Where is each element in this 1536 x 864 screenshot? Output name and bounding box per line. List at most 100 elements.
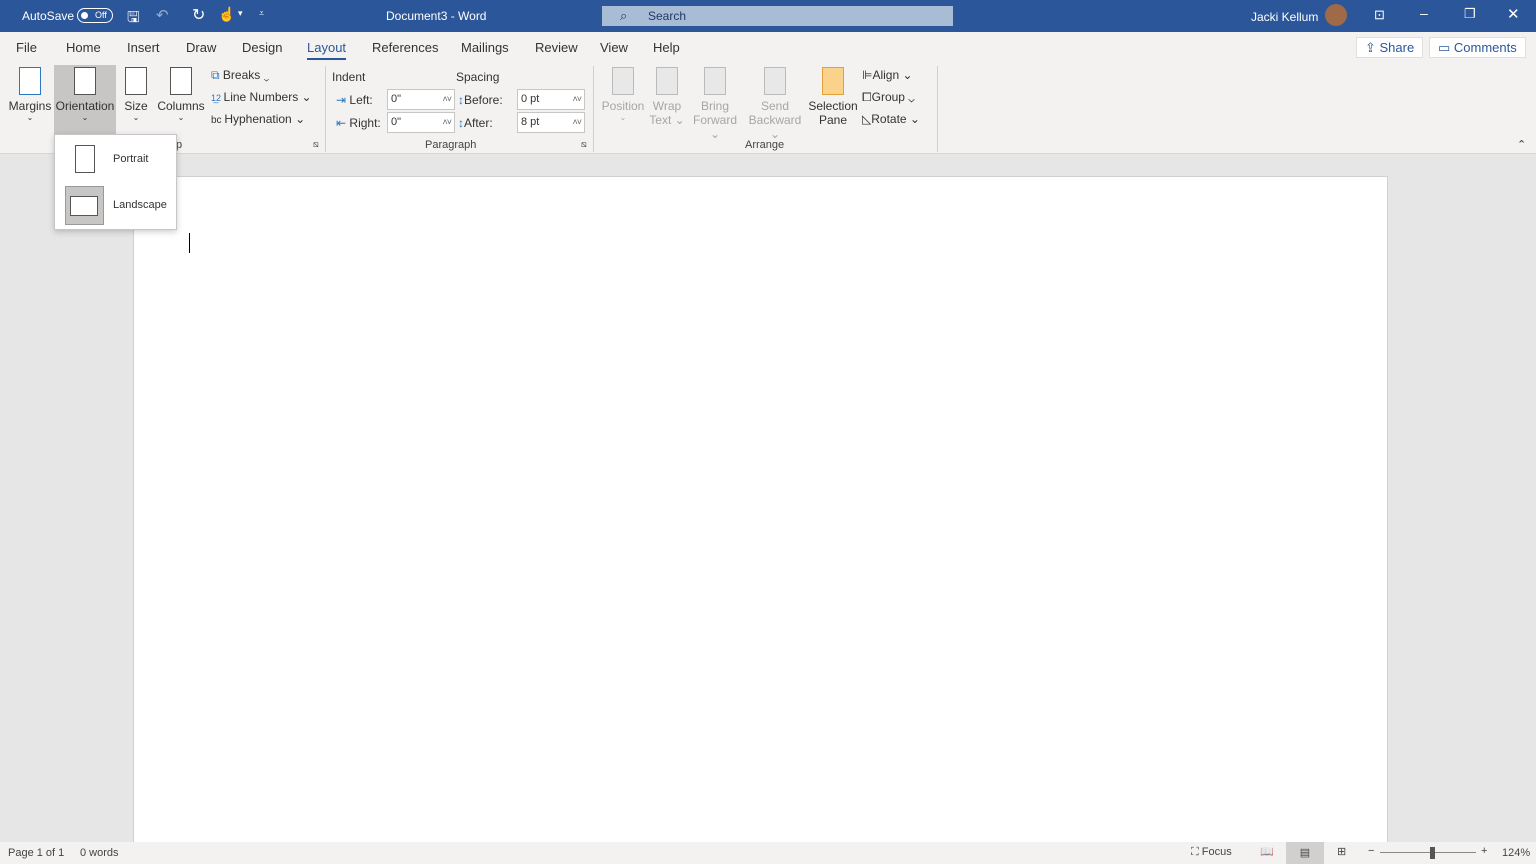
restore-icon[interactable]: ❐ xyxy=(1464,6,1476,22)
orientation-portrait[interactable]: Portrait xyxy=(65,140,171,180)
group-icon: ⧠ xyxy=(862,90,872,104)
tab-mailings[interactable]: Mailings xyxy=(461,40,509,55)
selection-pane-icon xyxy=(822,67,844,95)
tab-view[interactable]: View xyxy=(600,40,628,55)
save-icon[interactable]: 🖫 xyxy=(127,7,140,32)
title-bar: AutoSave Off 🖫 ↶ ↻ ☝ ▾ ⩡ Document3 - Wor… xyxy=(0,0,1536,32)
breaks-icon: ⧉ xyxy=(211,68,223,82)
search-input[interactable]: ⌕ Search xyxy=(602,6,953,26)
web-layout-icon[interactable]: ⊞ xyxy=(1337,845,1346,858)
breaks-button[interactable]: ⧉ Breaks ⌄ xyxy=(211,68,269,83)
zoom-slider-thumb[interactable] xyxy=(1430,847,1435,859)
spacing-before-text: Before: xyxy=(464,93,503,107)
tab-references[interactable]: References xyxy=(372,40,438,55)
selection-pane-label-2: Pane xyxy=(818,113,848,127)
indent-left-input[interactable]: 0" xyxy=(387,89,455,110)
word-count[interactable]: 0 words xyxy=(80,847,119,859)
landscape-label: Landscape xyxy=(113,199,167,211)
columns-label: Columns xyxy=(157,99,205,113)
autosave-toggle[interactable]: Off xyxy=(77,8,113,23)
indent-left-text: Left: xyxy=(349,93,373,107)
divider xyxy=(325,66,326,152)
indent-right-text: Right: xyxy=(349,116,381,130)
close-icon[interactable]: ✕ xyxy=(1507,5,1520,23)
focus-icon: ⛶ xyxy=(1191,846,1202,858)
avatar[interactable] xyxy=(1325,4,1347,26)
tab-design[interactable]: Design xyxy=(242,40,282,55)
landscape-icon xyxy=(70,196,98,216)
spacing-after-label: ↕After: xyxy=(458,116,493,130)
comments-label: Comments xyxy=(1453,40,1517,55)
zoom-slider[interactable] xyxy=(1380,852,1476,853)
tab-file[interactable]: File xyxy=(16,40,37,55)
hyphenation-button[interactable]: bc Hyphenation ⌄ xyxy=(211,112,305,126)
minimize-icon[interactable]: – xyxy=(1420,5,1428,21)
rotate-button[interactable]: ◺Rotate ⌄ xyxy=(862,112,920,126)
size-button[interactable]: Size ⌄ xyxy=(122,65,150,131)
group-button[interactable]: ⧠Group ⌄ xyxy=(862,90,915,105)
send-backward-button[interactable]: Send Backward ⌄ xyxy=(744,65,806,141)
touch-mode-icon[interactable]: ☝ xyxy=(218,6,235,23)
send-backward-label-2: Backward xyxy=(748,113,802,127)
orientation-icon xyxy=(74,67,96,95)
selection-pane-button[interactable]: Selection Pane xyxy=(808,65,858,131)
indent-right-input[interactable]: 0" xyxy=(387,112,455,133)
tab-home[interactable]: Home xyxy=(66,40,101,55)
share-button[interactable]: ⇪ Share xyxy=(1356,37,1424,58)
line-numbers-button[interactable]: 1̲2 Line Numbers ⌄ xyxy=(211,90,312,104)
wrap-text-button[interactable]: Wrap Text ⌄ xyxy=(648,65,686,131)
ribbon-display-options-icon[interactable]: ⊡ xyxy=(1374,7,1385,23)
rotate-icon: ◺ xyxy=(862,112,872,126)
focus-button[interactable]: ⛶ Focus xyxy=(1191,846,1232,859)
zoom-out-icon[interactable]: − xyxy=(1368,845,1374,857)
collapse-ribbon-icon[interactable]: ⌃ xyxy=(1517,138,1526,151)
align-label: Align xyxy=(872,68,900,82)
text-cursor xyxy=(189,233,190,253)
zoom-in-icon[interactable]: + xyxy=(1481,845,1487,857)
document-page[interactable] xyxy=(133,176,1388,846)
margins-label: Margins xyxy=(8,99,52,113)
page-setup-dialog-launcher-icon[interactable]: ⧅ xyxy=(313,139,319,150)
size-label: Size xyxy=(124,99,148,113)
tab-review[interactable]: Review xyxy=(535,40,578,55)
tab-insert[interactable]: Insert xyxy=(127,40,160,55)
tab-draw[interactable]: Draw xyxy=(186,40,216,55)
customize-toolbar-icon[interactable]: ⩡ xyxy=(259,8,264,19)
redo-icon[interactable]: ↻ xyxy=(192,5,205,25)
spacing-before-input[interactable]: 0 pt xyxy=(517,89,585,110)
arrange-group-label: Arrange xyxy=(745,139,785,151)
margins-button[interactable]: Margins ⌄ xyxy=(6,65,54,131)
zoom-level[interactable]: 124% xyxy=(1502,847,1530,859)
group-label: Group xyxy=(871,90,905,104)
orientation-button[interactable]: Orientation ⌄ xyxy=(54,65,116,135)
hyphenation-icon: bc xyxy=(211,115,225,126)
wrap-text-label-2: Text xyxy=(649,113,672,127)
tab-layout[interactable]: Layout xyxy=(307,40,347,60)
send-backward-label-1: Send xyxy=(760,99,790,113)
indent-left-label: ⇥ Left: xyxy=(336,93,373,107)
touch-dropdown-icon[interactable]: ▾ xyxy=(238,8,243,19)
divider xyxy=(937,66,938,152)
page-count[interactable]: Page 1 of 1 xyxy=(8,847,64,859)
comment-icon: ▭ xyxy=(1438,40,1454,55)
comments-button[interactable]: ▭ Comments xyxy=(1429,37,1526,58)
undo-icon[interactable]: ↶ xyxy=(156,6,169,24)
rotate-label: Rotate xyxy=(871,112,907,126)
document-title: Document3 - Word xyxy=(386,9,487,23)
search-placeholder: Search xyxy=(648,9,687,23)
print-layout-icon[interactable]: ▤ xyxy=(1286,842,1324,864)
bring-forward-label-1: Bring xyxy=(700,99,729,113)
position-button[interactable]: Position ⌄ xyxy=(600,65,646,131)
align-button[interactable]: ⊫Align ⌄ xyxy=(862,68,913,82)
margins-icon xyxy=(19,67,41,95)
columns-button[interactable]: Columns ⌄ xyxy=(156,65,206,131)
tab-help[interactable]: Help xyxy=(653,40,680,55)
read-mode-icon[interactable]: 📖 xyxy=(1260,845,1274,858)
paragraph-dialog-launcher-icon[interactable]: ⧅ xyxy=(581,139,587,150)
autosave-label: AutoSave xyxy=(22,9,75,23)
spacing-before-label: ↕Before: xyxy=(458,93,503,107)
orientation-landscape[interactable]: Landscape xyxy=(65,186,171,226)
user-name[interactable]: Jacki Kellum xyxy=(1251,10,1318,24)
bring-forward-button[interactable]: Bring Forward ⌄ xyxy=(688,65,742,141)
spacing-after-input[interactable]: 8 pt xyxy=(517,112,585,133)
